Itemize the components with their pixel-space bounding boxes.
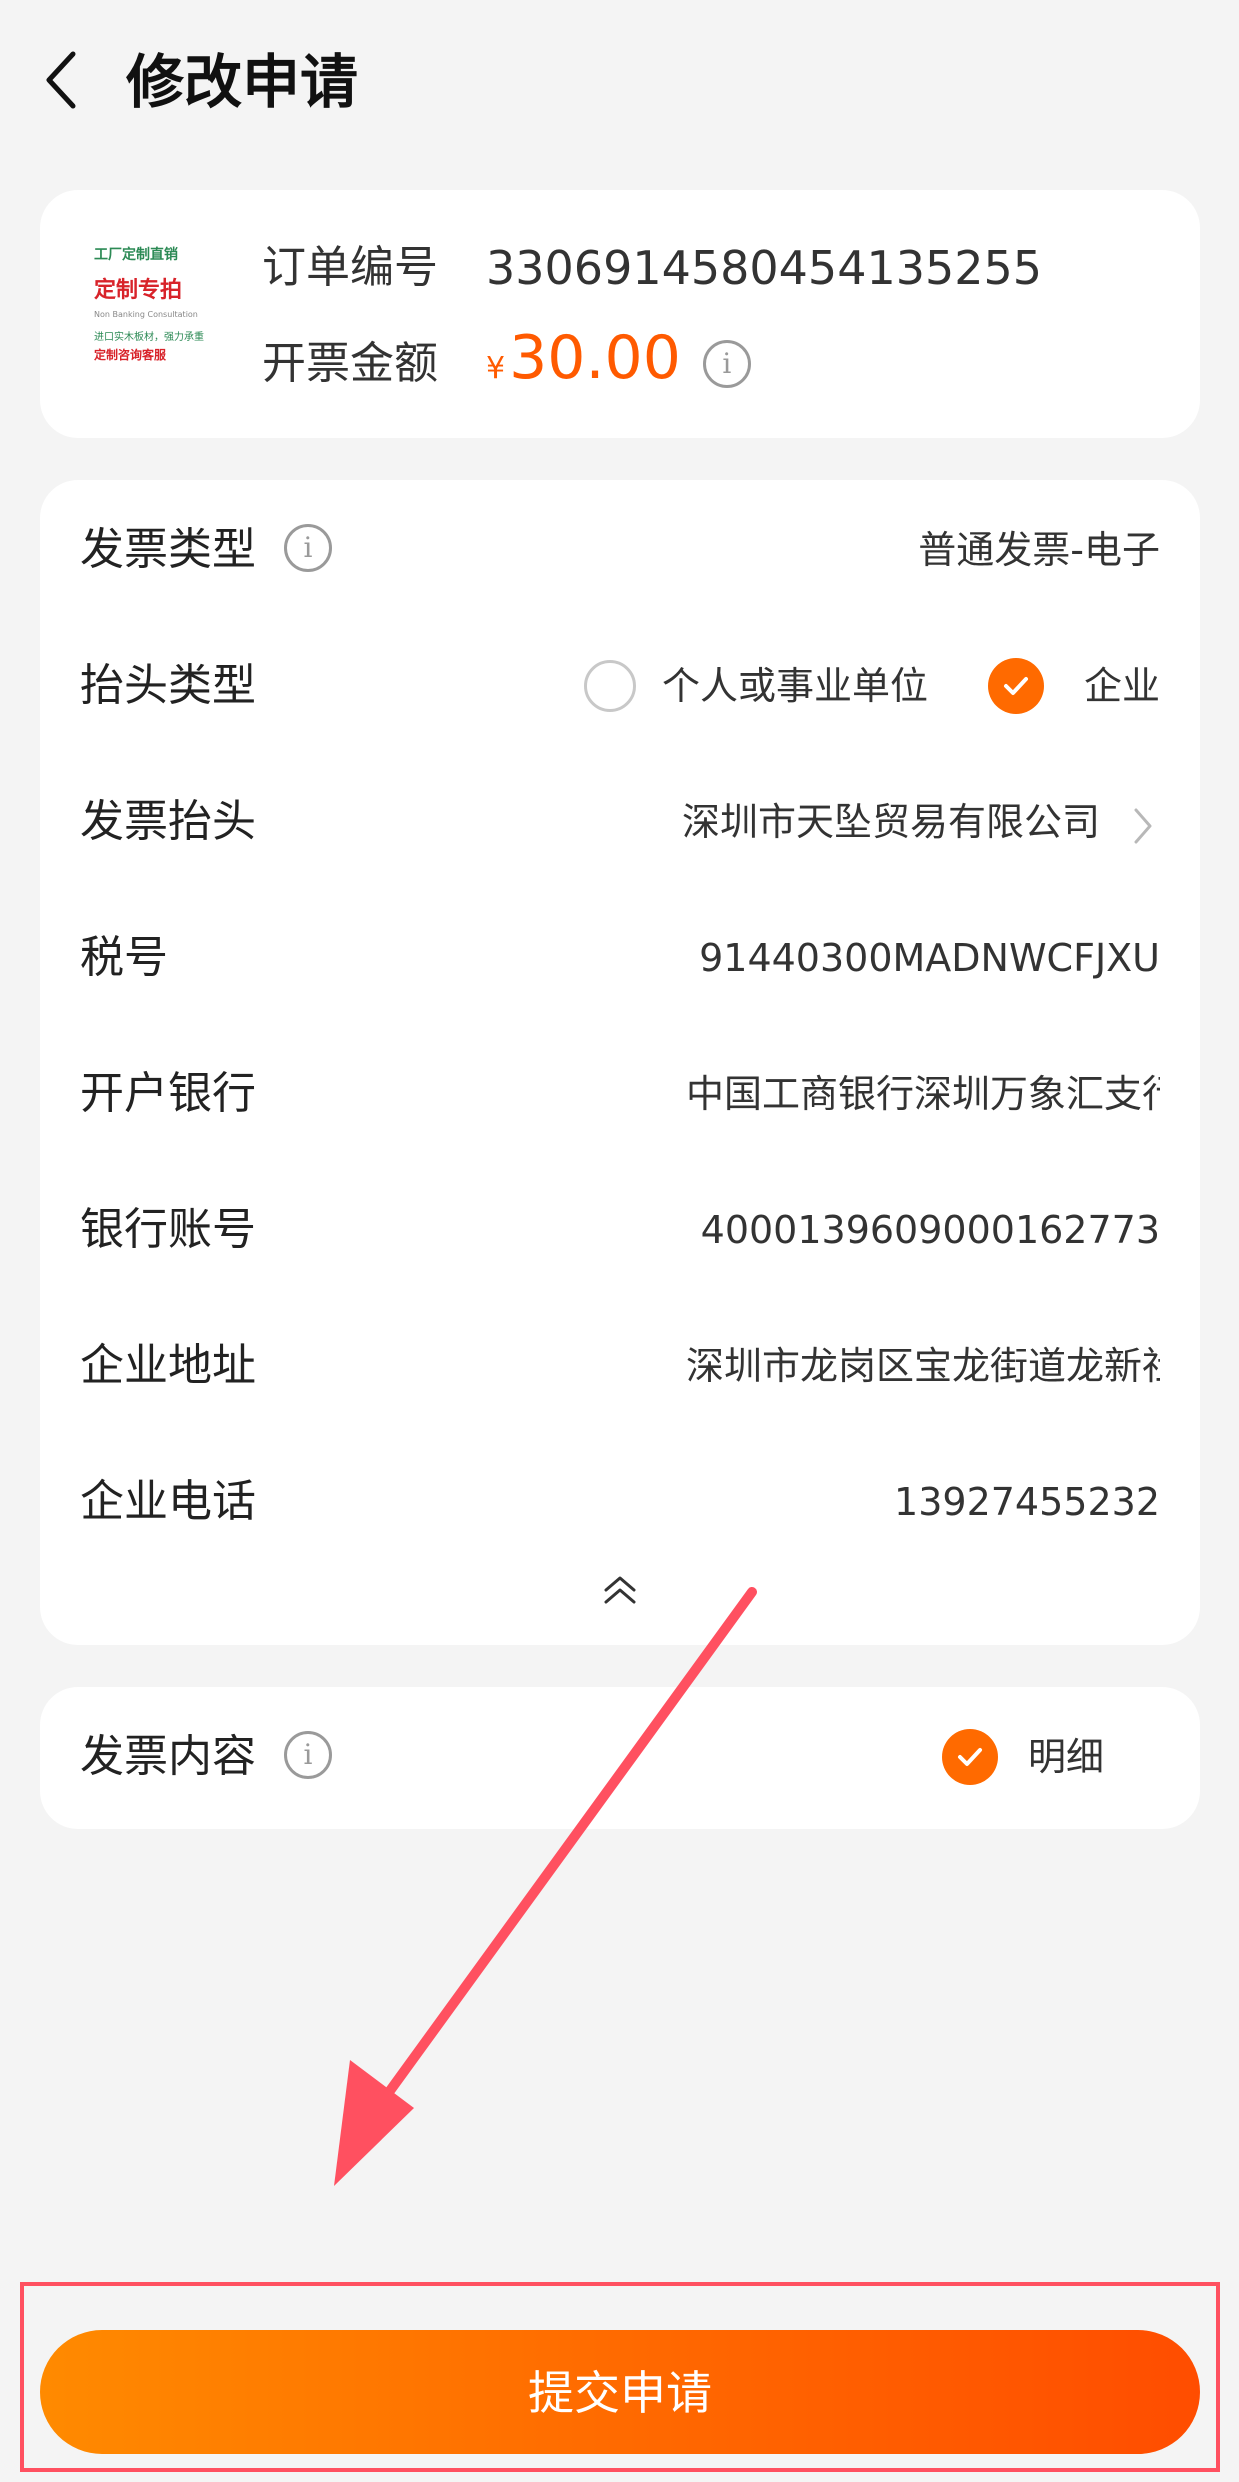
order-card: 工厂定制直销 定制专拍 Non Banking Consultation 进口实… (40, 190, 1200, 438)
title-type-label: 抬头类型 (80, 660, 256, 711)
submit-button[interactable]: 提交申请 (40, 2330, 1200, 2454)
info-icon[interactable]: i (702, 339, 751, 388)
phone-value: 13927455232 (894, 1480, 1160, 1524)
invoice-title-label: 发票抬头 (80, 796, 256, 847)
page-title: 修改申请 (126, 48, 359, 116)
amount-value: 30.00 (509, 323, 681, 393)
bank-value: 中国工商银行深圳万象汇支行 (686, 1072, 1160, 1116)
invoice-amount: ¥ 30.00 i (486, 318, 751, 409)
address-label: 企业地址 (80, 1340, 256, 1391)
invoice-title-value: 深圳市天坠贸易有限公司 (681, 800, 1100, 844)
invoice-content-label: 发票内容 i (80, 1725, 332, 1789)
info-icon[interactable]: i (284, 1731, 332, 1779)
invoice-content-card: 发票内容 i 明细 (40, 1687, 1200, 1829)
invoice-content-label-text: 发票内容 (80, 1731, 256, 1782)
product-thumbnail: 工厂定制直销 定制专拍 Non Banking Consultation 进口实… (80, 240, 240, 400)
invoice-type-row: 发票类型 i 普通发票-电子 (40, 500, 1200, 600)
bank-label: 开户银行 (80, 1068, 256, 1119)
address-value: 深圳市龙岗区宝龙街道龙新社区 (686, 1344, 1160, 1388)
invoice-info-card: 发票类型 i 普通发票-电子 抬头类型 个人或事业单位 企业 发票抬头 深圳市天… (40, 480, 1200, 1645)
header: 修改申请 (0, 0, 1239, 170)
phone-label: 企业电话 (80, 1476, 256, 1527)
invoice-type-label: 发票类型 i (80, 518, 332, 582)
thumbnail-line: 定制专拍 (94, 278, 183, 303)
back-button[interactable] (36, 40, 86, 120)
thumbnail-line: 进口实木板材，强力承重 (94, 332, 204, 343)
chevron-left-icon (46, 51, 76, 109)
radio-personal[interactable] (584, 660, 636, 712)
chevron-right-icon (1134, 808, 1152, 844)
option-enterprise-label[interactable]: 企业 (1084, 658, 1160, 714)
thumbnail-line: 定制咨询客服 (94, 348, 167, 362)
tax-number-label: 税号 (80, 932, 168, 983)
address-row: 企业地址 深圳市龙岗区宝龙街道龙新社区 (40, 1316, 1200, 1416)
invoice-type-label-text: 发票类型 (80, 524, 256, 575)
order-number: 3306914580454135255 (486, 241, 1043, 295)
info-icon[interactable]: i (284, 524, 332, 572)
radio-detail-selected[interactable] (942, 1729, 998, 1785)
double-chevron-up-icon (604, 1576, 636, 1604)
bank-account-row: 银行账号 4000139609000162773 (40, 1180, 1200, 1280)
phone-row: 企业电话 13927455232 (40, 1452, 1200, 1552)
radio-enterprise-selected[interactable] (988, 658, 1044, 714)
bank-row: 开户银行 中国工商银行深圳万象汇支行 (40, 1044, 1200, 1144)
invoice-amount-label: 开票金额 (262, 338, 438, 389)
tax-number-value: 91440300MADNWCFJXU (699, 936, 1160, 980)
tax-number-row: 税号 91440300MADNWCFJXU (40, 908, 1200, 1008)
order-number-label: 订单编号 (262, 242, 438, 293)
invoice-title-row[interactable]: 发票抬头 深圳市天坠贸易有限公司 (40, 772, 1200, 872)
option-detail-label[interactable]: 明细 (1028, 1729, 1104, 1785)
thumbnail-line: 工厂定制直销 (94, 247, 178, 263)
thumbnail-line: Non Banking Consultation (94, 310, 198, 319)
check-icon (958, 1748, 982, 1766)
bank-account-value: 4000139609000162773 (700, 1208, 1160, 1252)
currency-symbol: ¥ (486, 351, 506, 386)
title-type-row: 抬头类型 个人或事业单位 企业 (40, 636, 1200, 736)
bank-account-label: 银行账号 (80, 1204, 256, 1255)
invoice-type-value: 普通发票-电子 (918, 528, 1160, 572)
collapse-button[interactable] (596, 1570, 644, 1610)
invoice-content-row: 发票内容 i 明细 (40, 1707, 1200, 1807)
option-personal-label[interactable]: 个人或事业单位 (662, 658, 928, 714)
check-icon (1004, 677, 1028, 695)
